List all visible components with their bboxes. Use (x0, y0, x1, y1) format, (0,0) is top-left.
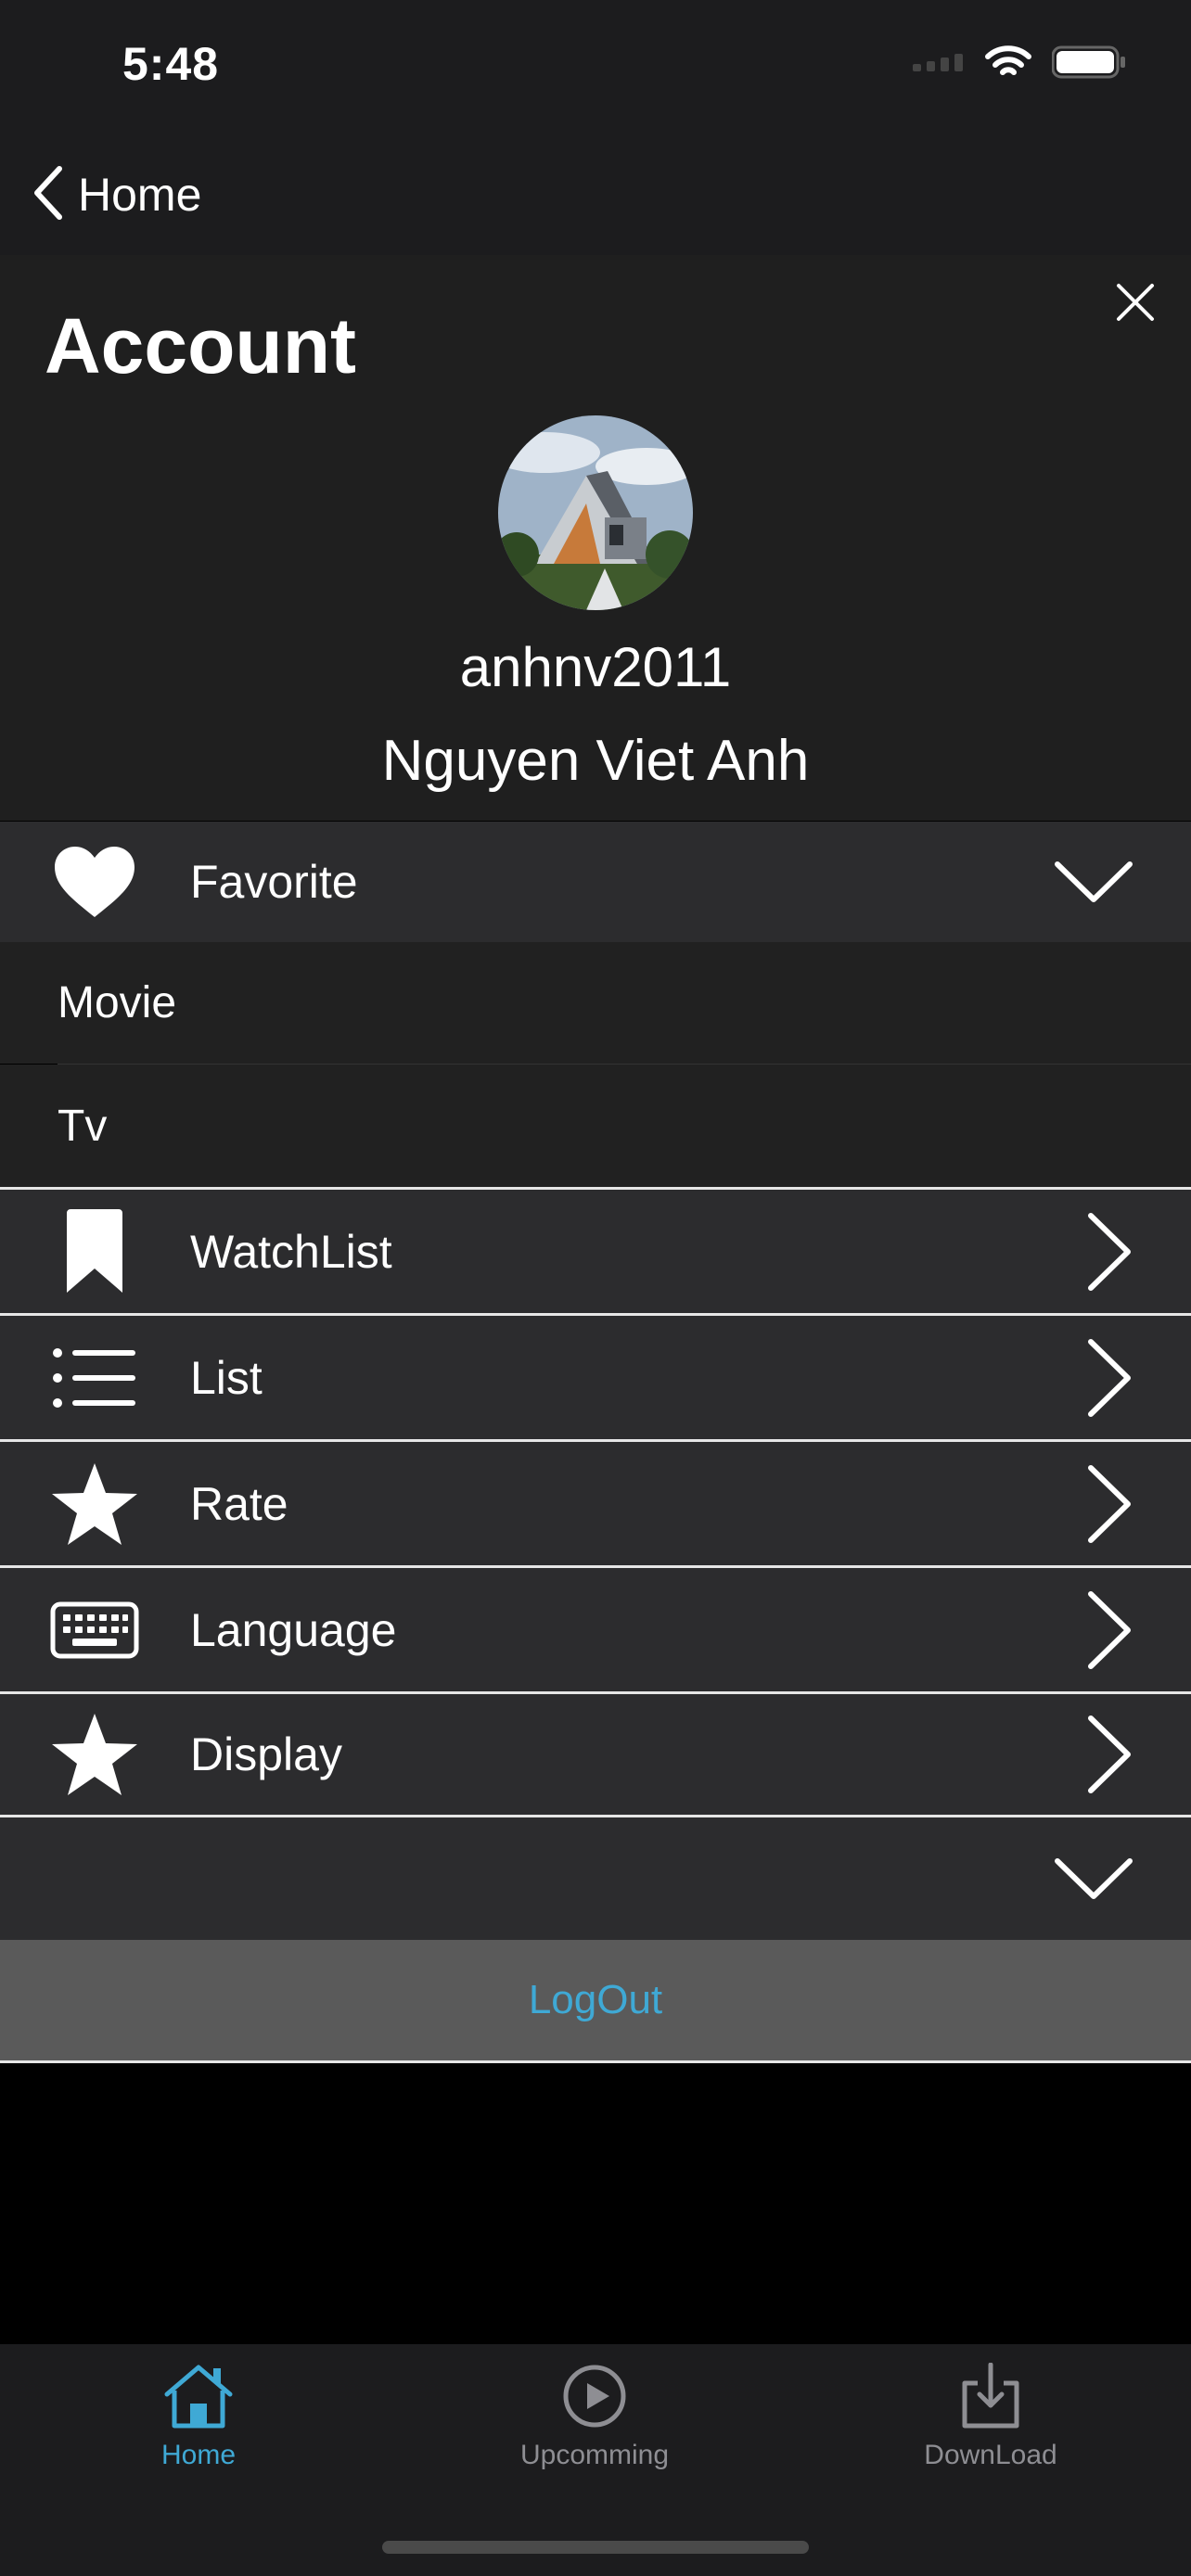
cellular-signal-icon (913, 53, 965, 76)
menu-item-label: List (190, 1351, 263, 1404)
back-button-label: Home (78, 169, 202, 221)
close-button[interactable] (1106, 273, 1165, 332)
back-button[interactable]: Home (32, 158, 201, 232)
menu-item-rate[interactable]: Rate (0, 1442, 1191, 1565)
logout-button[interactable]: LogOut (0, 1940, 1191, 2060)
status-bar: 5:48 (0, 0, 1191, 139)
bookmark-icon (46, 1190, 143, 1313)
menu-item-display[interactable]: Display (0, 1694, 1191, 1815)
download-icon (957, 2362, 1024, 2434)
star-icon (46, 1442, 143, 1565)
tab-label: DownLoad (924, 2440, 1057, 2470)
username: anhnv2011 (459, 636, 732, 698)
avatar[interactable] (498, 415, 693, 610)
full-name: Nguyen Viet Anh (381, 729, 810, 793)
menu-item-list[interactable]: List (0, 1316, 1191, 1439)
star-icon (46, 1694, 143, 1815)
favorite-movie-label: Movie (58, 978, 177, 1027)
close-icon (1106, 284, 1165, 336)
chevron-down-icon (1054, 1817, 1133, 1940)
favorite-tv-item[interactable]: Tv (0, 1065, 1191, 1187)
chevron-right-icon (1085, 1568, 1133, 1691)
menu-item-watchlist[interactable]: WatchList (0, 1190, 1191, 1313)
favorite-label: Favorite (190, 856, 358, 908)
favorite-tv-label: Tv (58, 1101, 108, 1151)
tab-label: Upcomming (519, 2440, 670, 2470)
divider (0, 2060, 1191, 2063)
chevron-left-icon (32, 165, 65, 225)
chevron-right-icon (1085, 1190, 1133, 1313)
chevron-right-icon (1085, 1442, 1133, 1565)
favorite-movie-item[interactable]: Movie (0, 942, 1191, 1064)
menu-item-label: Rate (190, 1477, 288, 1530)
house-icon (161, 2363, 236, 2434)
menu-item-language[interactable]: Language (0, 1568, 1191, 1691)
menu-item-label: WatchList (190, 1225, 392, 1278)
battery-icon (1051, 45, 1126, 83)
play-circle-icon (561, 2363, 628, 2434)
favorite-row[interactable]: Favorite (0, 822, 1191, 942)
list-icon (46, 1316, 143, 1439)
chevron-down-icon (1054, 822, 1133, 942)
heart-icon (46, 822, 143, 942)
keyboard-icon (46, 1568, 143, 1691)
tab-home[interactable]: Home (78, 2363, 319, 2502)
tab-label: Home (160, 2440, 237, 2470)
status-time: 5:48 (122, 38, 220, 90)
menu-item-label: Language (190, 1603, 397, 1656)
home-indicator (382, 2541, 809, 2554)
chevron-right-icon (1085, 1316, 1133, 1439)
page-title: Account (45, 302, 356, 389)
tab-download[interactable]: DownLoad (870, 2362, 1111, 2502)
expand-more-row[interactable] (0, 1817, 1191, 1940)
menu-item-label: Display (190, 1728, 342, 1780)
wifi-icon (985, 45, 1031, 84)
chevron-right-icon (1085, 1694, 1133, 1815)
status-icons (913, 45, 1126, 84)
tab-upcomming[interactable]: Upcomming (474, 2363, 715, 2502)
